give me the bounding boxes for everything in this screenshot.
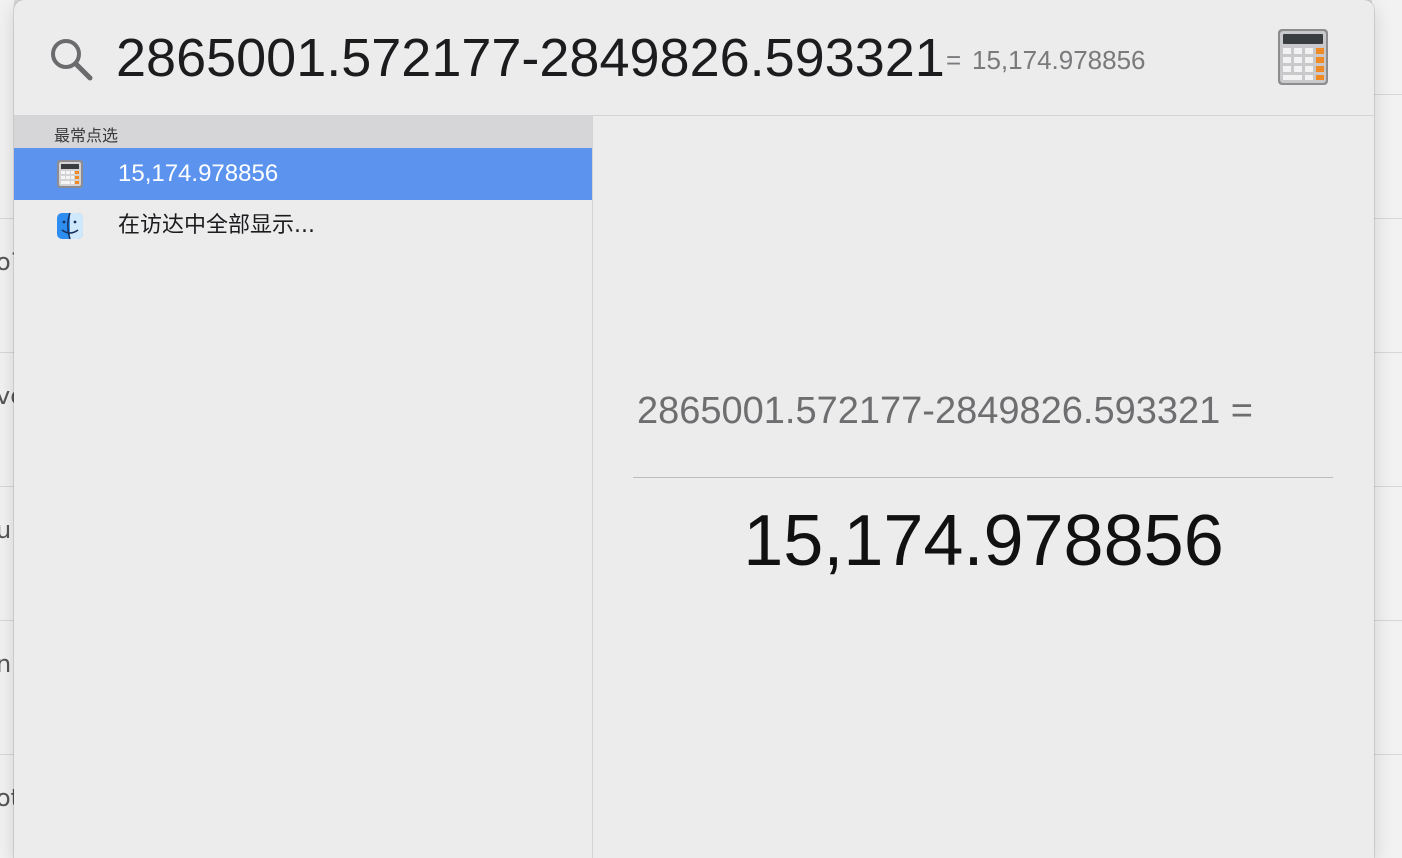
preview-pane: 2865001.572177-2849826.593321 = 15,174.9…	[593, 116, 1374, 858]
search-icon	[51, 39, 93, 81]
spotlight-panel: 2865001.572177-2849826.593321 = 15,174.9…	[14, 0, 1374, 858]
section-header: 最常点选	[14, 116, 592, 148]
section-header-label: 最常点选	[54, 126, 119, 145]
background-text-fragment: n	[0, 650, 12, 678]
preview-result: 15,174.978856	[743, 501, 1224, 581]
preview-divider	[633, 477, 1333, 478]
result-item-show-all-in-finder[interactable]: 在访达中全部显示...	[14, 200, 592, 252]
inline-equals-sign: =	[946, 45, 962, 75]
preview-expression: 2865001.572177-2849826.593321 =	[637, 390, 1253, 432]
inline-result: 15,174.978856	[972, 45, 1146, 75]
search-input[interactable]: 2865001.572177-2849826.593321	[116, 24, 945, 92]
finder-icon	[57, 212, 83, 240]
result-item-label: 15,174.978856	[118, 160, 279, 187]
calculator-app-icon	[1278, 29, 1328, 85]
result-item-calculator[interactable]: 15,174.978856	[14, 148, 592, 200]
results-list: 最常点选 15,174.978856 在访达中全部显示...	[14, 116, 593, 858]
result-item-label: 在访达中全部显示...	[118, 213, 315, 238]
search-bar: 2865001.572177-2849826.593321 = 15,174.9…	[14, 0, 1374, 116]
background-text-fragment: u	[0, 516, 12, 544]
background-window-right	[1372, 0, 1402, 858]
calculator-icon	[57, 160, 83, 188]
background-window-left: o7 vc u n ot	[0, 0, 26, 858]
